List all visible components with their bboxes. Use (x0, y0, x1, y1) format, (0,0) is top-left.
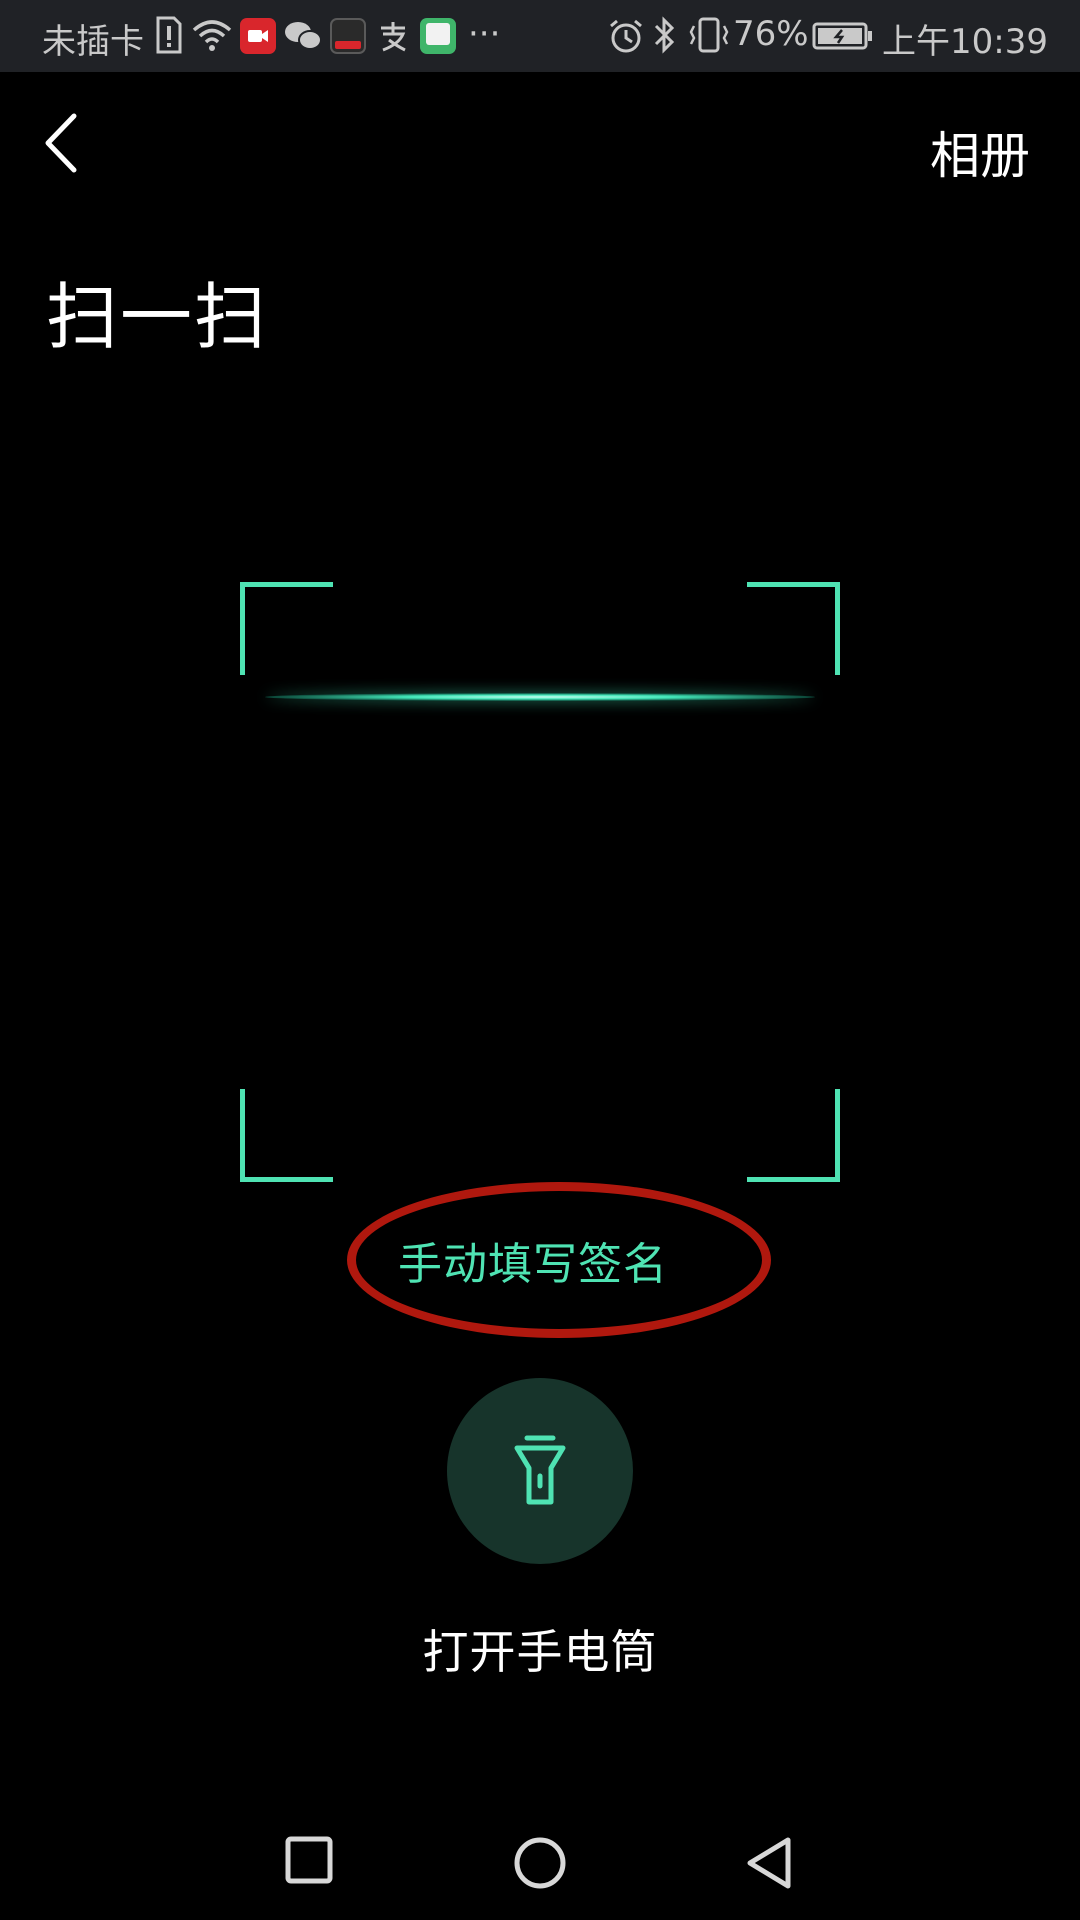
flashlight-button[interactable] (447, 1378, 633, 1564)
scan-line (265, 693, 815, 701)
alipay-icon (381, 22, 406, 52)
battery-icon (812, 22, 872, 50)
scan-viewfinder (240, 582, 840, 1182)
status-bar: 未插卡 ··· 76% 上午10:39 (0, 0, 1080, 72)
wechat-icon (285, 22, 322, 50)
recents-square-icon[interactable] (285, 1836, 333, 1884)
album-button[interactable]: 相册 (930, 116, 1030, 188)
back-button[interactable] (40, 108, 90, 178)
alarm-icon (610, 19, 642, 53)
viewfinder-corner-top-left (240, 582, 333, 675)
clock-time: 上午10:39 (882, 22, 1048, 62)
news-app-icon (330, 18, 366, 54)
carrier-text: 未插卡 (42, 22, 144, 62)
video-app-icon (240, 18, 276, 54)
manual-signature-link[interactable]: 手动填写签名 (398, 1228, 668, 1292)
viewfinder-corner-bottom-right (747, 1089, 840, 1182)
battery-percent: 76% (733, 14, 809, 54)
vibrate-icon (689, 17, 729, 53)
bluetooth-icon (654, 16, 675, 54)
home-circle-icon[interactable] (513, 1836, 567, 1890)
viewfinder-corner-bottom-left (240, 1089, 333, 1182)
back-triangle-icon[interactable] (746, 1836, 794, 1890)
viewfinder-corner-top-right (747, 582, 840, 675)
qu-app-icon (420, 18, 456, 54)
wifi-icon (192, 20, 232, 51)
flashlight-label: 打开手电筒 (422, 1625, 658, 1679)
flashlight-icon (514, 1435, 566, 1505)
more-notifications-indicator: ··· (468, 14, 501, 54)
page-title: 扫一扫 (46, 275, 269, 359)
sim-alert-icon (156, 16, 182, 54)
chevron-left-icon (45, 113, 77, 173)
